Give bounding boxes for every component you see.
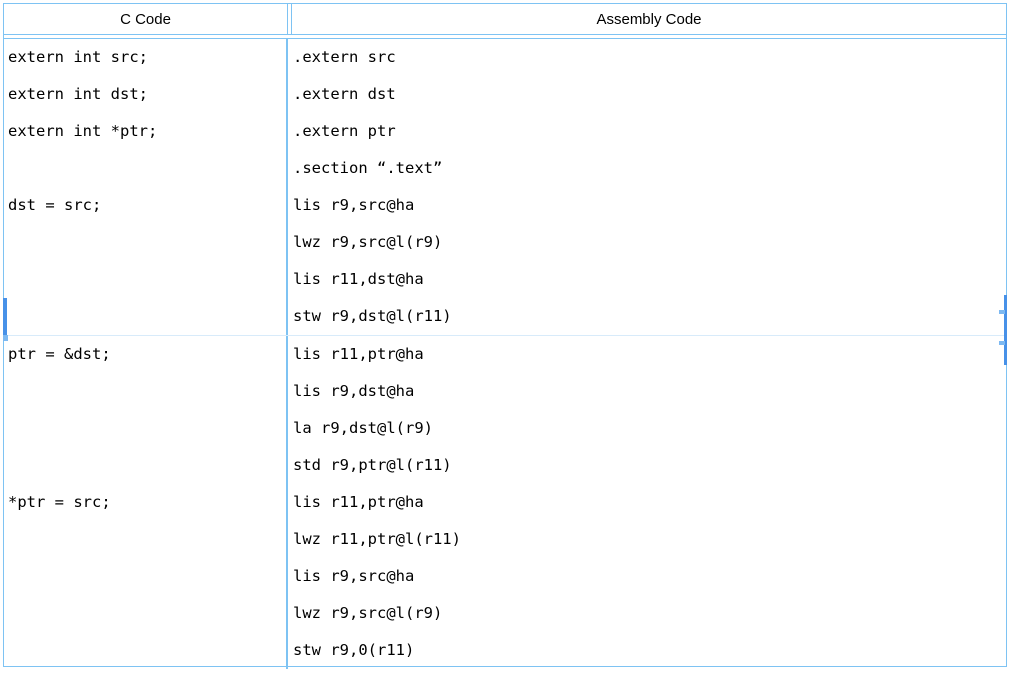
c-code-cell[interactable]: ptr = &dst; <box>4 336 287 484</box>
table-header-row: C Code Assembly Code <box>4 4 1006 35</box>
code-line: std r9,ptr@l(r11) <box>293 447 1006 484</box>
code-line: dst = src; <box>8 187 286 224</box>
asm-code-cell[interactable]: lis r11,ptr@halwz r11,ptr@l(r11)lis r9,s… <box>287 484 1006 669</box>
code-line: stw r9,dst@l(r11) <box>293 298 1006 335</box>
code-line: ptr = &dst; <box>8 336 286 373</box>
header-cell-assembly-code[interactable]: Assembly Code <box>291 4 1006 34</box>
asm-code-cell[interactable]: .extern src.extern dst.extern ptr.sectio… <box>287 39 1006 335</box>
table-row: extern int src;extern int dst;extern int… <box>4 39 1006 335</box>
row-resize-handle-right-tick[interactable] <box>999 310 1005 314</box>
code-line: lis r9,src@ha <box>293 558 1006 595</box>
table-row-boundary-indicator: ptr = &dst;lis r11,ptr@halis r9,dst@hala… <box>4 335 1006 484</box>
c-code-cell[interactable]: *ptr = src; <box>4 484 287 669</box>
code-line: extern int dst; <box>8 76 286 113</box>
code-line: .extern ptr <box>293 113 1006 150</box>
row-resize-handle-right-tick[interactable] <box>999 341 1005 345</box>
code-line: la r9,dst@l(r9) <box>293 410 1006 447</box>
code-line: *ptr = src; <box>8 484 286 521</box>
code-line: lis r11,ptr@ha <box>293 484 1006 521</box>
code-comparison-table: C Code Assembly Code extern int src;exte… <box>3 3 1007 667</box>
table-row: *ptr = src;lis r11,ptr@halwz r11,ptr@l(r… <box>4 484 1006 669</box>
code-line: lis r9,dst@ha <box>293 373 1006 410</box>
code-line: .section “.text” <box>293 150 1006 187</box>
c-code-cell[interactable]: extern int src;extern int dst;extern int… <box>4 39 287 335</box>
code-line: extern int *ptr; <box>8 113 286 150</box>
row-resize-handle-right[interactable] <box>1004 295 1007 365</box>
code-line: lis r11,dst@ha <box>293 261 1006 298</box>
code-line: lis r11,ptr@ha <box>293 336 1006 373</box>
code-line: lis r9,src@ha <box>293 187 1006 224</box>
code-line: lwz r9,src@l(r9) <box>293 595 1006 632</box>
row-resize-handle-left[interactable] <box>3 298 7 335</box>
code-line: extern int src; <box>8 39 286 76</box>
asm-code-cell[interactable]: lis r11,ptr@halis r9,dst@hala r9,dst@l(r… <box>287 336 1006 484</box>
code-line: .extern src <box>293 39 1006 76</box>
code-line: stw r9,0(r11) <box>293 632 1006 669</box>
header-cell-c-code[interactable]: C Code <box>4 4 288 34</box>
table-body: extern int src;extern int dst;extern int… <box>4 38 1006 669</box>
code-line: lwz r11,ptr@l(r11) <box>293 521 1006 558</box>
code-line: .extern dst <box>293 76 1006 113</box>
code-line <box>8 150 286 187</box>
row-resize-handle-left-tick[interactable] <box>3 335 8 341</box>
code-line: lwz r9,src@l(r9) <box>293 224 1006 261</box>
